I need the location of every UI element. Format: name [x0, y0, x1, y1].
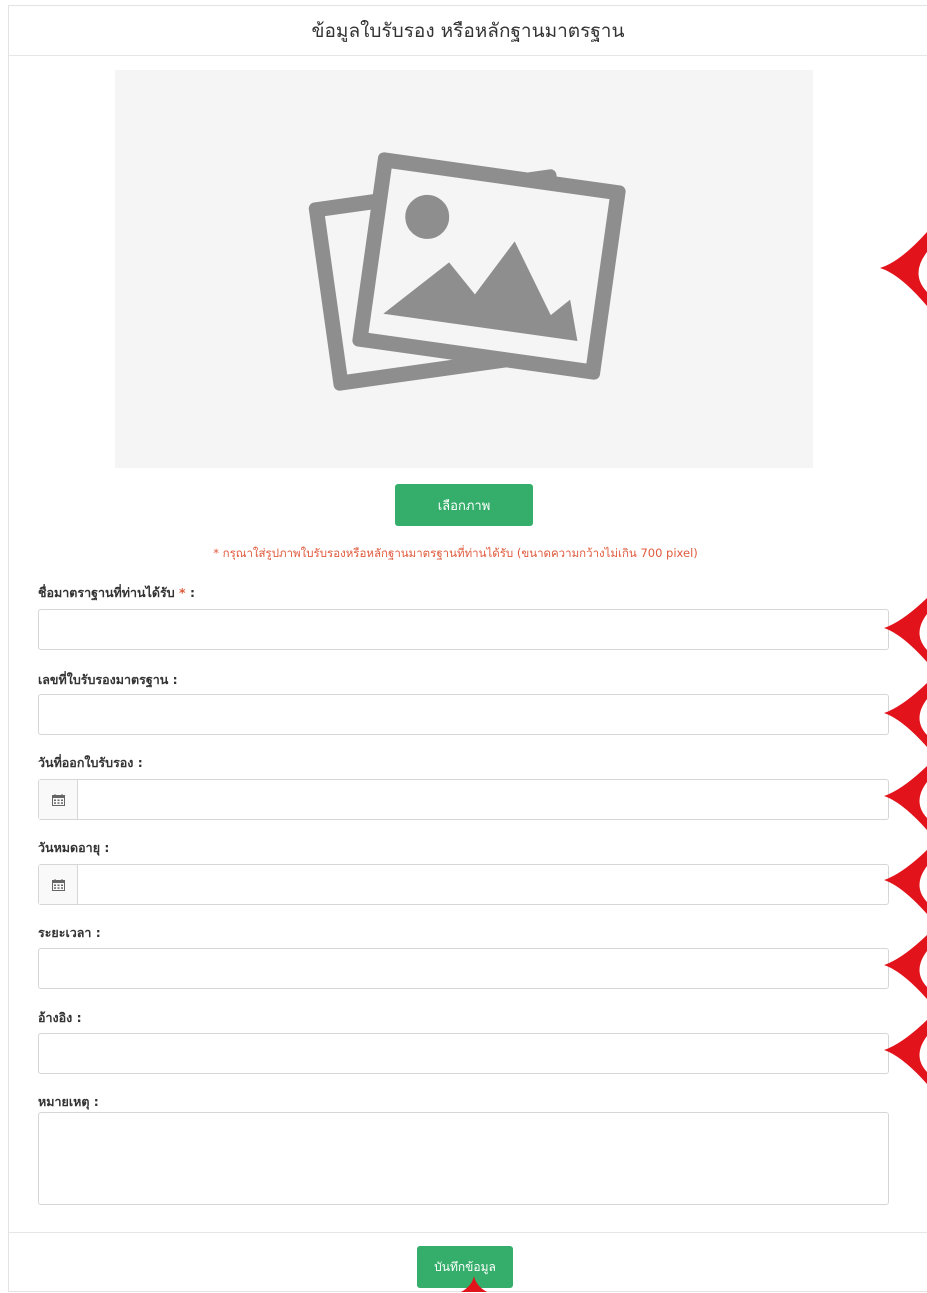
- issue-date-group: [38, 779, 889, 820]
- standard-name-input[interactable]: [38, 609, 889, 650]
- annotation-arrow-up-icon: [461, 1276, 487, 1292]
- cert-number-label: เลขที่ใบรับรองมาตรฐาน :: [38, 672, 178, 687]
- reference-label: อ้างอิง :: [38, 1010, 82, 1025]
- annotation-arrow-icon: [884, 683, 927, 747]
- duration-label: ระยะเวลา :: [38, 925, 101, 940]
- image-preview: [115, 70, 813, 468]
- expiry-date-input[interactable]: [78, 865, 888, 904]
- panel-header: ข้อมูลใบรับรอง หรือหลักฐานมาตรฐาน: [9, 6, 927, 56]
- annotation-arrow-icon: [880, 232, 927, 306]
- issue-date-input[interactable]: [78, 780, 888, 819]
- page-title: ข้อมูลใบรับรอง หรือหลักฐานมาตรฐาน: [311, 19, 625, 42]
- annotation-arrow-icon: [884, 1020, 927, 1084]
- calendar-icon[interactable]: [39, 865, 78, 904]
- image-size-note: * กรุณาใส่รูปภาพใบรับรองหรือหลักฐานมาตรฐ…: [213, 546, 698, 560]
- remark-textarea[interactable]: [38, 1112, 889, 1205]
- expiry-date-group: [38, 864, 889, 905]
- image-placeholder-icon: [308, 152, 626, 391]
- expiry-date-label: วันหมดอายุ :: [38, 840, 110, 855]
- standard-name-label: ชื่อมาตราฐานที่ท่านได้รับ * :: [38, 583, 195, 603]
- standard-name-label-text: ชื่อมาตราฐานที่ท่านได้รับ: [38, 585, 175, 600]
- annotation-arrow-icon: [884, 598, 927, 662]
- annotation-arrow-icon: [884, 935, 927, 999]
- annotation-arrow-icon: [884, 850, 927, 914]
- cert-number-input[interactable]: [38, 694, 889, 735]
- reference-input[interactable]: [38, 1033, 889, 1074]
- annotation-arrow-icon: [884, 766, 927, 830]
- choose-image-button[interactable]: เลือกภาพ: [395, 484, 533, 526]
- issue-date-label: วันที่ออกใบรับรอง :: [38, 755, 143, 770]
- label-suffix: :: [189, 585, 195, 600]
- remark-label: หมายเหตุ :: [38, 1094, 99, 1109]
- required-mark: *: [179, 585, 186, 600]
- duration-input[interactable]: [38, 948, 889, 989]
- calendar-icon[interactable]: [39, 780, 78, 819]
